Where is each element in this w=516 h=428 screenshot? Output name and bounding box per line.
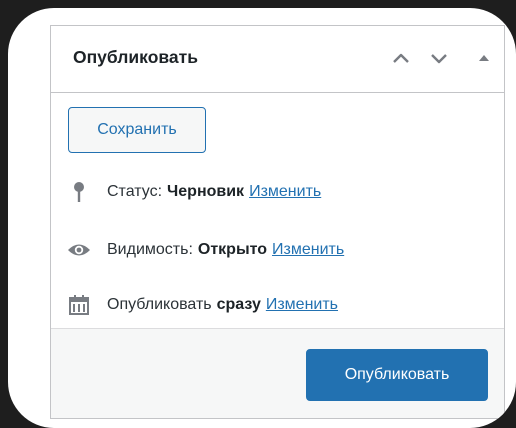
toggle-panel-icon[interactable] [471,45,497,71]
move-down-icon[interactable] [426,45,452,71]
schedule-row: Опубликовать сразу Изменить [65,292,338,318]
move-up-icon[interactable] [388,45,414,71]
visibility-edit-link[interactable]: Изменить [272,241,344,259]
visibility-value: Открыто [197,241,268,258]
status-row: Статус: Черновик Изменить [65,179,321,205]
status-edit-link[interactable]: Изменить [249,183,321,201]
status-label: Статус: [107,183,163,200]
panel-title: Опубликовать [73,47,198,67]
schedule-value: сразу [216,296,261,313]
eye-icon [65,238,93,262]
panel-header: Опубликовать [51,26,504,93]
schedule-edit-link[interactable]: Изменить [266,296,338,314]
panel-footer: Опубликовать [51,328,504,418]
save-draft-button[interactable]: Сохранить [68,107,206,153]
status-value: Черновик [167,183,245,200]
screenshot-frame: Опубликовать Сохранить Статус: Черновик … [8,8,516,428]
calendar-icon [65,293,93,317]
publish-button[interactable]: Опубликовать [306,349,488,401]
visibility-label: Видимость: [107,241,193,258]
visibility-row: Видимость: Открыто Изменить [65,237,344,263]
publish-panel: Опубликовать Сохранить Статус: Черновик … [50,25,505,419]
schedule-label: Опубликовать [107,296,212,313]
pin-icon [65,180,93,204]
